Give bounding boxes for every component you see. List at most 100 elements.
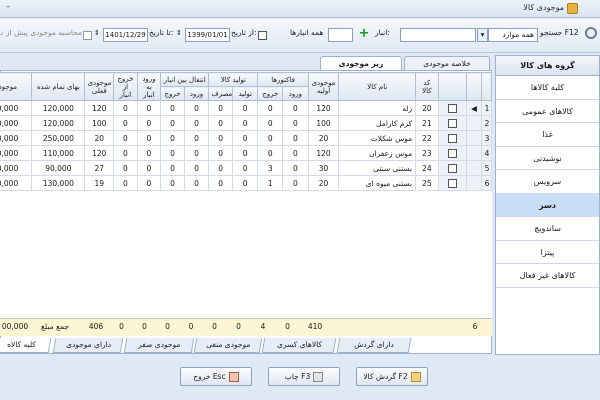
calendar-icon[interactable]: ⇕ bbox=[176, 29, 182, 44]
row-indicator: ◀ bbox=[466, 100, 482, 116]
col-factors: فاکتورها bbox=[257, 72, 309, 87]
row-checkbox[interactable] bbox=[447, 103, 457, 113]
group-item[interactable]: سرویس bbox=[496, 170, 599, 194]
total-from-store: 0 bbox=[119, 322, 124, 331]
tab-shortage[interactable]: کالاهای کسری bbox=[261, 338, 337, 353]
cell-pused: 0 bbox=[208, 175, 233, 191]
group-item[interactable]: کلیه کالاها bbox=[496, 76, 599, 100]
group-item[interactable]: پیتزا bbox=[496, 240, 599, 264]
cell-code: 24 bbox=[415, 160, 439, 176]
table-row[interactable]: 00,000110,00012000000000120موس زعفران234 bbox=[0, 145, 492, 161]
cell-tin: 0 bbox=[183, 175, 210, 191]
minimize-button[interactable]: – bbox=[6, 2, 11, 12]
cell-value: 00,000 bbox=[0, 145, 33, 161]
col-opening[interactable]: موجودی اولیه bbox=[307, 72, 340, 101]
all-items-select[interactable]: همه موارد bbox=[488, 28, 538, 42]
add-icon[interactable]: + bbox=[357, 27, 371, 41]
row-checkbox[interactable] bbox=[447, 178, 457, 188]
print-button[interactable]: چاپ F3 bbox=[268, 367, 340, 386]
table-row[interactable]: 30,00090,000270000003030بستنی سنتی245 bbox=[0, 160, 492, 176]
search-icon[interactable] bbox=[585, 27, 597, 39]
table-row[interactable]: 00,000250,000200000000020موس شکلات223 bbox=[0, 130, 492, 146]
col-from-store[interactable]: خروج از انبار bbox=[113, 72, 138, 101]
col-factors-out[interactable]: خروج bbox=[257, 86, 284, 101]
warehouse-label: انبار: bbox=[375, 28, 390, 37]
tab-zero-stock[interactable]: موجودی صفر bbox=[123, 338, 195, 353]
row-checkbox[interactable] bbox=[447, 148, 457, 158]
warehouse-input[interactable] bbox=[328, 28, 353, 42]
from-date-checkbox[interactable] bbox=[258, 30, 267, 40]
cell-name: زله bbox=[338, 100, 417, 116]
tab-detail-stock[interactable]: ریز موجودی bbox=[320, 56, 402, 70]
col-current[interactable]: موجودی فعلی bbox=[84, 72, 115, 101]
filter-tabs: دارای گردش کالاهای کسری موجودی منفی موجو… bbox=[0, 338, 492, 354]
cell-pused: 0 bbox=[208, 100, 233, 116]
group-item[interactable]: کالاهای غیر فعال bbox=[496, 264, 599, 288]
row-checkbox-cell[interactable] bbox=[437, 175, 468, 191]
cell-name: موس شکلات bbox=[338, 130, 417, 146]
tab-negative-stock[interactable]: موجودی منفی bbox=[193, 338, 263, 353]
col-prod-made[interactable]: تولید bbox=[231, 86, 259, 101]
row-checkbox[interactable] bbox=[447, 163, 457, 173]
group-item[interactable]: دسر bbox=[496, 193, 599, 217]
total-prod-used: 0 bbox=[212, 322, 217, 331]
exit-button[interactable]: خروج Esc bbox=[180, 367, 252, 386]
cell-opening: 120 bbox=[307, 145, 340, 161]
total-transfer-out: 0 bbox=[165, 322, 170, 331]
cell-tin: 0 bbox=[183, 145, 210, 161]
cell-fromstore: 0 bbox=[113, 145, 138, 161]
col-transfer-in[interactable]: ورود bbox=[183, 86, 210, 101]
calc-before-label: محاسبه موجودی پیش از ب bbox=[0, 28, 82, 37]
cell-value: 00,000 bbox=[0, 130, 33, 146]
tab-all-items[interactable]: کلیه کالاه bbox=[0, 338, 52, 353]
table-row[interactable]: 70,000130,000190000001020بستنی میوه ای25… bbox=[0, 175, 492, 191]
cell-current: 120 bbox=[84, 145, 115, 161]
row-indicator bbox=[466, 175, 482, 191]
chevron-down-icon[interactable]: ▾ bbox=[477, 28, 488, 42]
col-transfer-out[interactable]: خروج bbox=[160, 86, 185, 101]
calc-checkbox[interactable] bbox=[83, 30, 92, 40]
col-stock-value[interactable]: موجودی bbox=[0, 72, 33, 101]
total-current: 406 bbox=[88, 322, 104, 331]
search-input[interactable] bbox=[400, 28, 476, 42]
col-factors-in[interactable]: ورود bbox=[282, 86, 309, 101]
group-item[interactable]: غذا bbox=[496, 123, 599, 147]
row-index: 2 bbox=[480, 115, 492, 131]
tab-stock-summary[interactable]: خلاصه موجودی bbox=[404, 56, 490, 70]
calendar-icon[interactable]: ⇕ bbox=[94, 29, 100, 44]
col-prod-used[interactable]: مصرف bbox=[208, 86, 233, 101]
toolbar: جستجو F12 همه موارد ▾ انبار: + همه انبار… bbox=[0, 19, 600, 53]
to-date-input[interactable]: 1401/12/29 bbox=[103, 28, 148, 42]
group-item[interactable]: ساندویچ bbox=[496, 217, 599, 241]
cell-fout: 0 bbox=[257, 115, 284, 131]
row-indicator bbox=[466, 115, 482, 131]
row-index: 6 bbox=[480, 175, 492, 191]
row-checkbox[interactable] bbox=[447, 133, 457, 143]
col-to-store[interactable]: ورود به انبار bbox=[136, 72, 162, 101]
col-code[interactable]: کد کالا bbox=[415, 72, 439, 101]
group-item[interactable]: کالاهای عمومی bbox=[496, 99, 599, 123]
cell-tostore: 0 bbox=[136, 100, 162, 116]
row-checkbox-cell[interactable] bbox=[437, 145, 468, 161]
row-checkbox-cell[interactable] bbox=[437, 115, 468, 131]
col-name[interactable]: نام کالا bbox=[338, 72, 417, 101]
group-item[interactable]: نوشیدنی bbox=[496, 146, 599, 170]
cell-fin: 0 bbox=[282, 115, 309, 131]
table-row[interactable]: 00,000120,00010000000000100کرم کارامل212 bbox=[0, 115, 492, 131]
sum-label: جمع مبلغ bbox=[40, 322, 70, 331]
table-row[interactable]: 00,000120,00012000000000120زله20◀1 bbox=[0, 100, 492, 116]
tab-has-stock[interactable]: دارای موجودی bbox=[52, 338, 124, 353]
row-checkbox[interactable] bbox=[447, 118, 457, 128]
row-checkbox-cell[interactable] bbox=[437, 130, 468, 146]
from-date-input[interactable]: 1399/01/01 bbox=[185, 28, 230, 42]
row-checkbox-cell[interactable] bbox=[437, 160, 468, 176]
row-checkbox-cell[interactable] bbox=[437, 100, 468, 116]
printer-icon bbox=[313, 372, 324, 382]
col-indicator bbox=[466, 72, 482, 101]
tab-has-turnover[interactable]: دارای گردش bbox=[336, 338, 412, 353]
cell-tostore: 0 bbox=[136, 175, 162, 191]
col-transfer: انتقال بین انبار bbox=[160, 72, 210, 87]
exit-icon bbox=[228, 372, 239, 382]
col-unit-cost[interactable]: بهای تمام شده bbox=[31, 72, 86, 101]
turnover-button[interactable]: گردش کالا F2 bbox=[356, 367, 428, 386]
